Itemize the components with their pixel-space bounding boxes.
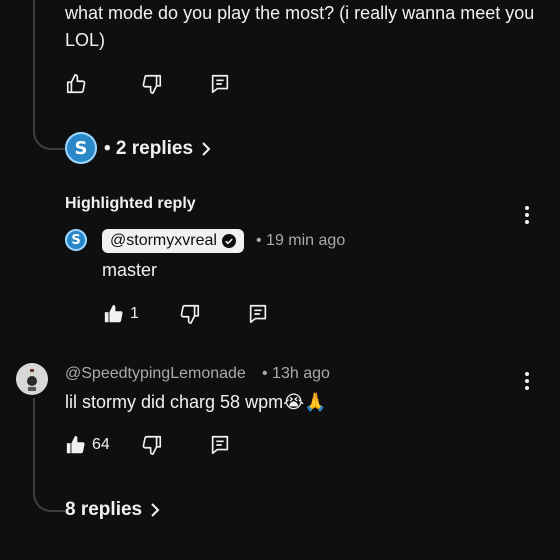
reply-button[interactable] <box>209 73 231 95</box>
like-count: 1 <box>130 305 139 322</box>
parent-comment-text: what mode do you play the most? (i reall… <box>65 3 535 50</box>
creator-handle: @stormyxvreal <box>110 232 217 249</box>
verified-check-icon <box>221 234 236 248</box>
like-button[interactable] <box>65 434 87 456</box>
highlighted-reply-label: Highlighted reply <box>65 195 196 212</box>
dislike-button[interactable] <box>141 434 163 456</box>
commenter-avatar[interactable] <box>16 363 48 395</box>
like-button[interactable] <box>65 73 87 95</box>
thread-line <box>33 0 65 150</box>
comment-text: lil stormy did charg 58 wpm😭🙏 <box>65 392 327 412</box>
creator-handle-chip[interactable]: @stormyxvreal <box>102 229 244 253</box>
reply-button[interactable] <box>247 303 269 325</box>
replies-label: 8 replies <box>65 499 143 520</box>
like-button[interactable] <box>103 303 125 325</box>
reply-text: master <box>102 260 158 280</box>
more-options-icon[interactable] <box>525 372 529 390</box>
creator-avatar[interactable]: S <box>65 132 97 164</box>
reply-button[interactable] <box>209 434 231 456</box>
thread-line <box>33 398 65 512</box>
more-options-icon[interactable] <box>525 206 529 224</box>
dislike-button[interactable] <box>179 303 201 325</box>
chevron-right-icon <box>148 502 162 518</box>
view-replies-button[interactable]: 8 replies <box>65 498 162 522</box>
dislike-button[interactable] <box>141 73 163 95</box>
commenter-handle[interactable]: @SpeedtypingLemonade <box>65 365 246 383</box>
reply-avatar[interactable]: S <box>65 229 87 251</box>
view-replies-button[interactable]: • 2 replies <box>104 137 213 161</box>
reply-timestamp: • 19 min ago <box>256 232 346 249</box>
like-count: 64 <box>92 436 110 453</box>
replies-label: • 2 replies <box>104 138 194 159</box>
chevron-right-icon <box>199 141 213 157</box>
comment-timestamp: • 13h ago <box>262 365 330 382</box>
